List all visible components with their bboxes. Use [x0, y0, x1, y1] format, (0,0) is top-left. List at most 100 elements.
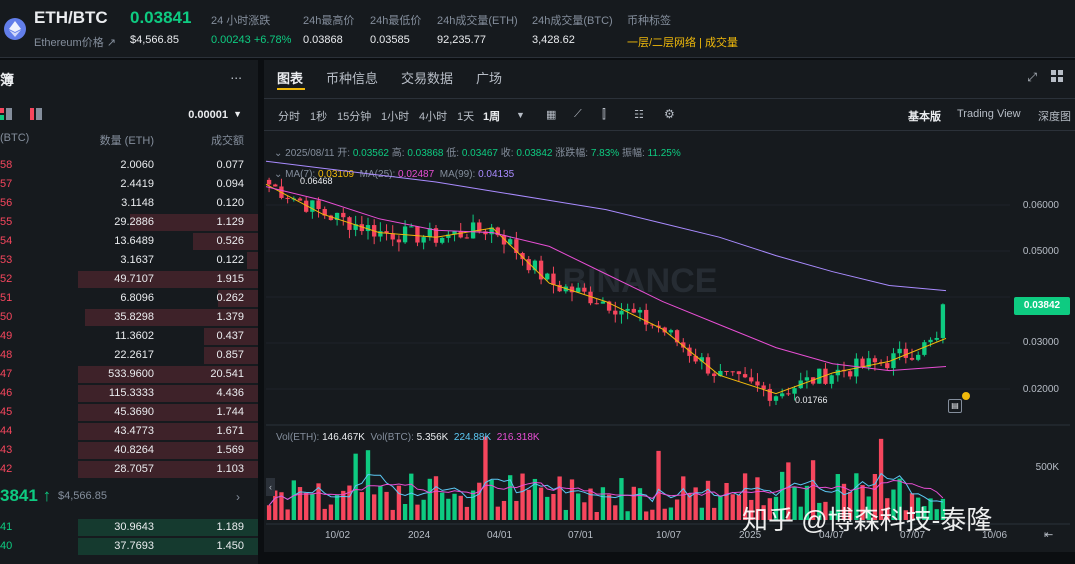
volume-bar: [526, 489, 531, 520]
candle-body[interactable]: [668, 330, 674, 333]
volume-bar: [372, 494, 377, 520]
volume-bar: [538, 487, 544, 520]
candle-body[interactable]: [829, 375, 834, 384]
candle-body[interactable]: [761, 385, 766, 390]
candle-body[interactable]: [755, 381, 760, 386]
candle-body[interactable]: [804, 377, 810, 381]
scale-toggle-icon[interactable]: ⇤: [1044, 528, 1053, 541]
candle-body[interactable]: [440, 237, 445, 243]
vol-btc-label: Vol(BTC):: [370, 432, 414, 443]
volume-bar: [266, 505, 272, 520]
candle-body[interactable]: [316, 200, 321, 209]
volume-bar: [495, 506, 500, 520]
volume-bar: [551, 494, 556, 520]
volume-bar: [285, 509, 290, 520]
candle-body[interactable]: [545, 273, 550, 280]
high-marker: 0.06468: [300, 176, 333, 186]
candle-body[interactable]: [415, 226, 420, 243]
candle-body[interactable]: [712, 373, 717, 377]
volume-bar: [644, 511, 649, 520]
candle-body[interactable]: [792, 388, 797, 394]
candle-body[interactable]: [773, 396, 779, 401]
volume-bar: [477, 482, 482, 520]
candle-body[interactable]: [396, 239, 402, 243]
candle-body[interactable]: [903, 348, 908, 358]
candle-body[interactable]: [742, 374, 748, 378]
candle-body[interactable]: [786, 393, 791, 395]
volume-legend: Vol(ETH): 146.467K Vol(BTC): 5.356K 224.…: [276, 432, 540, 443]
last-price-tag: 0.03842: [1014, 297, 1070, 315]
volume-bar: [613, 505, 618, 520]
candle-body[interactable]: [637, 309, 643, 313]
candle-body[interactable]: [928, 339, 933, 343]
candle-body[interactable]: [909, 357, 915, 360]
volume-bar: [594, 511, 599, 520]
candle-body[interactable]: [285, 197, 290, 199]
volume-bar: [514, 500, 519, 520]
candle-body[interactable]: [848, 371, 853, 377]
volume-bar: [409, 473, 414, 520]
volume-bar: [619, 478, 624, 520]
volume-bar: [736, 494, 742, 520]
candle-body[interactable]: [266, 179, 272, 185]
volume-bar: [557, 476, 562, 520]
candle-body[interactable]: [297, 198, 303, 201]
volume-bar: [483, 436, 488, 520]
volume-bar: [433, 476, 439, 520]
low-marker: 0.01766: [795, 395, 828, 405]
volume-bar: [440, 492, 445, 520]
candle-body[interactable]: [631, 308, 636, 313]
scroll-left-handle[interactable]: ‹: [266, 478, 275, 496]
candle-body[interactable]: [916, 354, 921, 360]
candle-body[interactable]: [582, 287, 587, 292]
candle-body[interactable]: [409, 226, 414, 228]
volume-bar: [520, 473, 525, 520]
candle-body[interactable]: [922, 342, 927, 355]
volume-bar: [576, 493, 581, 520]
candle-body[interactable]: [724, 370, 729, 372]
volume-bar: [291, 480, 296, 520]
volume-bar: [341, 490, 346, 520]
volume-bar: [668, 507, 674, 520]
candlestick-chart[interactable]: BINANCE: [0, 0, 1075, 564]
candle-body[interactable]: [749, 377, 754, 382]
volume-bar: [681, 476, 686, 520]
candle-body[interactable]: [341, 212, 346, 218]
volume-bar: [304, 492, 309, 520]
candle-body[interactable]: [273, 184, 278, 187]
volume-bar: [699, 507, 704, 520]
candle-body[interactable]: [730, 371, 735, 373]
zhihu-overlay-text: 知乎 @博森科技-泰隆: [742, 505, 993, 535]
volume-bar: [718, 496, 723, 520]
candle-body[interactable]: [736, 371, 742, 375]
volume-bar: [446, 498, 451, 520]
volume-bar: [328, 504, 334, 520]
volume-bar: [396, 485, 402, 520]
candle-body[interactable]: [817, 368, 822, 384]
candle-body[interactable]: [885, 363, 890, 369]
candle-body[interactable]: [600, 301, 606, 304]
candle-body[interactable]: [625, 308, 630, 311]
candle-body[interactable]: [458, 231, 463, 238]
volume-bar: [378, 485, 383, 520]
candle-body[interactable]: [551, 273, 556, 285]
candle-body[interactable]: [872, 358, 878, 363]
candle-body[interactable]: [421, 237, 426, 243]
volume-bar: [390, 509, 395, 520]
volume-bar: [606, 494, 612, 520]
candle-body[interactable]: [940, 304, 946, 338]
candle-body[interactable]: [619, 310, 624, 315]
candle-body[interactable]: [860, 358, 865, 368]
candle-body[interactable]: [897, 348, 902, 354]
volume-bar: [662, 508, 667, 520]
candle-body[interactable]: [464, 237, 470, 239]
volume-bar: [545, 496, 550, 520]
candle-body[interactable]: [594, 303, 599, 305]
volume-bar: [588, 488, 593, 520]
candle-body[interactable]: [780, 393, 785, 397]
x-tick-3: 07/01: [568, 530, 594, 541]
notes-icon[interactable]: ▤: [948, 399, 962, 413]
candle-body[interactable]: [613, 310, 618, 315]
candle-body[interactable]: [934, 337, 939, 340]
y-tick-0: 0.06000: [1022, 200, 1059, 211]
